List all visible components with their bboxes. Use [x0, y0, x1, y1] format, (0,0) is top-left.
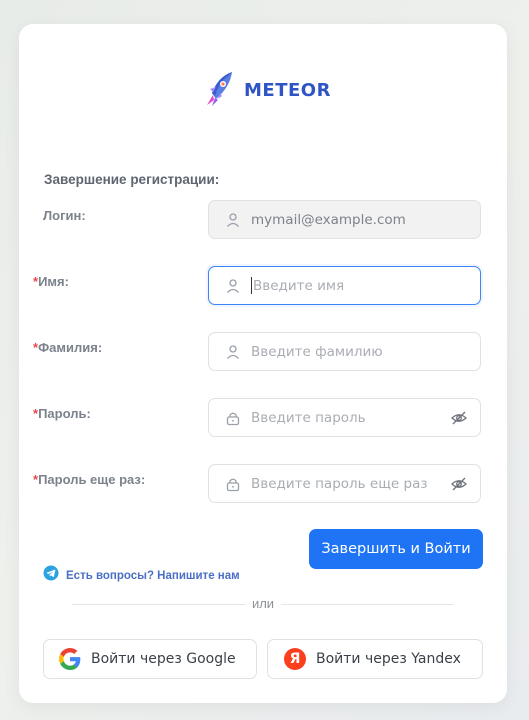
login-field[interactable]: [208, 200, 481, 239]
password-label-text: Пароль: [38, 406, 87, 421]
first-name-label: *Имя:: [33, 274, 69, 289]
label-colon: :: [97, 340, 103, 355]
yandex-login-button[interactable]: Я Войти через Yandex: [267, 639, 483, 679]
label-colon: :: [64, 274, 69, 289]
user-icon: [225, 212, 241, 228]
first-name-label-text: Имя: [38, 274, 65, 289]
last-name-label-text: Фамилия: [38, 340, 98, 355]
password-repeat-label-text: Пароль еще раз: [38, 472, 141, 487]
telegram-icon: [43, 565, 59, 586]
text-caret: [251, 277, 252, 294]
label-colon: :: [140, 472, 146, 487]
brand-name: METEOR: [244, 79, 331, 101]
or-separator: или: [251, 596, 275, 611]
brand-logo: METEOR: [204, 70, 331, 110]
google-login-label: Войти через Google: [91, 651, 236, 667]
user-icon: [225, 278, 241, 294]
password-repeat-label: *Пароль еще раз:: [33, 472, 145, 487]
label-colon: :: [86, 406, 91, 421]
password-field[interactable]: [208, 398, 481, 437]
help-link[interactable]: Есть вопросы? Напишите нам: [43, 565, 240, 586]
divider-line-right: [281, 604, 454, 605]
password-label: *Пароль:: [33, 406, 91, 421]
help-link-text[interactable]: Есть вопросы? Напишите нам: [66, 570, 240, 582]
login-label-text: Логин: [43, 208, 82, 223]
last-name-label: *Фамилия:: [33, 340, 102, 355]
lock-icon: [225, 476, 241, 492]
google-icon: [59, 648, 81, 670]
user-icon: [225, 344, 241, 360]
eye-hidden-icon[interactable]: [450, 475, 468, 493]
yandex-icon: Я: [284, 648, 306, 670]
eye-hidden-icon[interactable]: [450, 409, 468, 427]
password-repeat-field[interactable]: [208, 464, 481, 503]
first-name-field[interactable]: [208, 266, 481, 305]
registration-card: METEOR Завершение регистрации: Логин: *И…: [19, 24, 507, 703]
label-colon: :: [81, 208, 86, 223]
last-name-input[interactable]: [251, 343, 480, 360]
submit-button[interactable]: Завершить и Войти: [309, 529, 483, 569]
google-login-button[interactable]: Войти через Google: [43, 639, 257, 679]
password-repeat-input[interactable]: [251, 475, 450, 492]
form-title: Завершение регистрации:: [44, 172, 220, 187]
last-name-field[interactable]: [208, 332, 481, 371]
first-name-input[interactable]: [253, 277, 480, 294]
password-input[interactable]: [251, 409, 450, 426]
login-label: Логин:: [43, 208, 86, 223]
divider-line-left: [72, 604, 246, 605]
rocket-icon: [204, 69, 238, 112]
yandex-login-label: Войти через Yandex: [316, 651, 461, 667]
login-input[interactable]: [251, 211, 480, 228]
lock-icon: [225, 410, 241, 426]
